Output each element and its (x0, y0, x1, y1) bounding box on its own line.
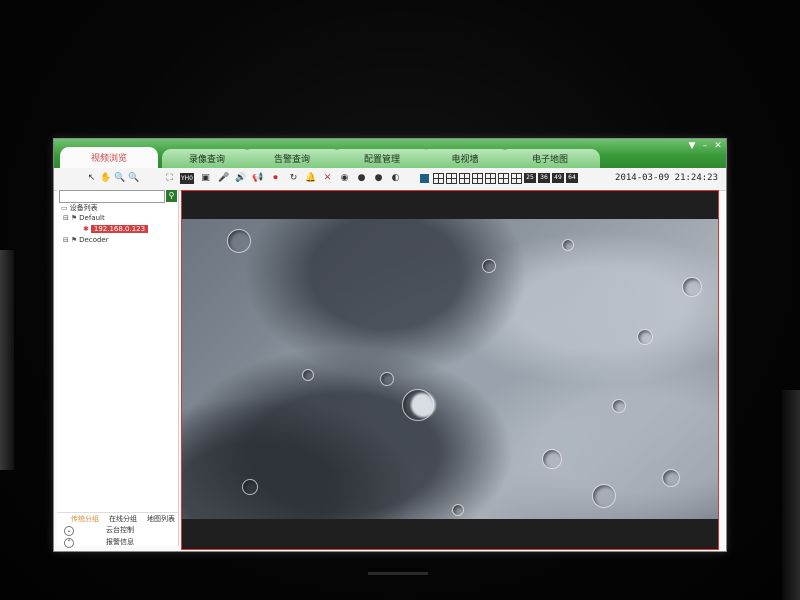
tab-alarm-query[interactable]: 告警查询 (242, 149, 342, 168)
collapse-icon[interactable]: ⊟ (63, 214, 69, 222)
tree-node-decoder[interactable]: ⊟ ⚑ Decoder (63, 236, 109, 244)
monitor-bezel-logo (368, 572, 428, 575)
tab-tv-wall[interactable]: 电视墙 (420, 149, 510, 168)
tab-config-manage[interactable]: 配置管理 (332, 149, 432, 168)
fullscreen-icon[interactable]: ⛶ (164, 173, 175, 184)
close-all-icon[interactable]: ✕ (322, 173, 333, 184)
video-crater (302, 369, 314, 381)
video-crater (562, 239, 574, 251)
minimize-icon[interactable]: – (699, 141, 711, 151)
ptz-control-label: 云台控制 (106, 526, 134, 534)
zoom-out-icon[interactable]: 🔍 (128, 173, 139, 184)
ptz-icon[interactable]: YH0 (180, 173, 194, 184)
video-crater (612, 399, 626, 413)
tree-node-default[interactable]: ⊟ ⚑ Default (63, 214, 105, 222)
volume-icon[interactable]: 🔊 (235, 173, 246, 184)
video-crater (592, 484, 616, 508)
device-panel: ⚲ ▭ 设备列表 ⊟ ⚑ Default ✱ 192.168.0.123 ⊟ ⚑ Decod… (57, 190, 179, 546)
tree-node-label: 192.168.0.123 (90, 225, 149, 233)
video-crater (637, 329, 653, 345)
layout-49-icon[interactable]: 49 (552, 173, 564, 183)
talk-icon[interactable]: 📢 (252, 173, 263, 184)
live-video-feed (182, 219, 718, 519)
layout-1-icon[interactable] (420, 174, 429, 183)
camera-icon[interactable]: ◉ (339, 173, 350, 184)
collapse-icon[interactable]: ⊟ (63, 236, 69, 244)
stop-icon[interactable]: ● (373, 173, 384, 184)
tab-traditional-group[interactable]: 传统分组 (71, 514, 99, 524)
tab-online-group[interactable]: 在线分组 (109, 514, 137, 524)
close-icon[interactable]: ✕ (712, 141, 724, 151)
video-crater (662, 469, 680, 487)
layout-25-icon[interactable]: 25 (524, 173, 536, 183)
ptz-control-row[interactable]: ⌄ 云台控制 (64, 525, 134, 536)
video-crater (242, 479, 258, 495)
record-icon[interactable]: ⏺ (270, 173, 281, 184)
chevron-down-icon[interactable]: ⌄ (64, 526, 74, 536)
layout-8-icon[interactable] (459, 173, 470, 184)
pointer-icon[interactable]: ↖ (86, 173, 97, 184)
layout-64-icon[interactable]: 64 (566, 173, 578, 183)
panel-tab-bar: 传统分组 在线分组 地图列表 (57, 512, 178, 525)
layout-13-icon[interactable] (498, 173, 509, 184)
device-search-input[interactable] (59, 190, 165, 203)
group-icon: ⚑ (70, 214, 78, 222)
hand-icon[interactable]: ✋ (100, 173, 111, 184)
video-crater (452, 504, 464, 516)
snapshot-icon[interactable]: ▣ (200, 173, 211, 184)
layout-36-icon[interactable]: 36 (538, 173, 550, 183)
video-crater (482, 259, 496, 273)
chevron-up-icon[interactable]: ⌃ (64, 538, 74, 548)
zoom-in-icon[interactable]: 🔍 (114, 173, 125, 184)
tree-root[interactable]: ▭ 设备列表 (61, 203, 98, 213)
tab-e-map[interactable]: 电子地图 (500, 149, 600, 168)
device-list-icon: ▭ (61, 204, 68, 212)
tree-node-camera[interactable]: ✱ 192.168.0.123 (83, 225, 149, 233)
layout-16-icon[interactable] (511, 173, 522, 184)
menu-icon[interactable]: ▼ (686, 141, 698, 151)
tab-video-browse[interactable]: 视频浏览 (60, 147, 158, 168)
alarm-icon[interactable]: 🔔 (305, 173, 316, 184)
video-crater (402, 389, 434, 421)
video-window[interactable] (181, 190, 719, 550)
video-client-window: 视频浏览 录像查询 告警查询 配置管理 电视墙 电子地图 ▼ – ✕ ↖ ✋ 🔍… (53, 138, 727, 552)
microphone-icon[interactable]: 🎤 (218, 173, 229, 184)
video-crater (227, 229, 251, 253)
layout-6-icon[interactable] (446, 173, 457, 184)
tab-record-query[interactable]: 录像查询 (162, 149, 252, 168)
video-crater (682, 277, 702, 297)
camera-device-icon: ✱ (83, 225, 89, 233)
alarm-info-label: 报警信息 (106, 538, 134, 546)
layout-9-icon[interactable] (472, 173, 483, 184)
toolbar: ↖ ✋ 🔍 🔍 ⛶ YH0 ▣ 🎤 🔊 📢 ⏺ ↻ 🔔 ✕ ◉ ● ● ◐ 25… (54, 168, 726, 191)
background-light-left (0, 250, 14, 470)
settings-icon[interactable]: ◐ (390, 173, 401, 184)
play-icon[interactable]: ● (356, 173, 367, 184)
layout-10-icon[interactable] (485, 173, 496, 184)
background-light-right (782, 390, 800, 600)
group-icon: ⚑ (70, 236, 78, 244)
refresh-icon[interactable]: ↻ (288, 173, 299, 184)
tree-node-label: Default (79, 214, 105, 222)
tree-node-label: Decoder (79, 236, 109, 244)
video-crater (380, 372, 394, 386)
search-icon[interactable]: ⚲ (166, 190, 177, 202)
tree-root-label: 设备列表 (69, 204, 98, 212)
system-datetime: 2014-03-09 21:24:23 (615, 173, 718, 183)
tab-map-list[interactable]: 地图列表 (147, 514, 175, 524)
alarm-info-row[interactable]: ⌃ 报警信息 (64, 537, 134, 548)
layout-4-icon[interactable] (433, 173, 444, 184)
video-crater (542, 449, 562, 469)
main-tab-bar: 视频浏览 录像查询 告警查询 配置管理 电视墙 电子地图 ▼ – ✕ (54, 139, 726, 168)
